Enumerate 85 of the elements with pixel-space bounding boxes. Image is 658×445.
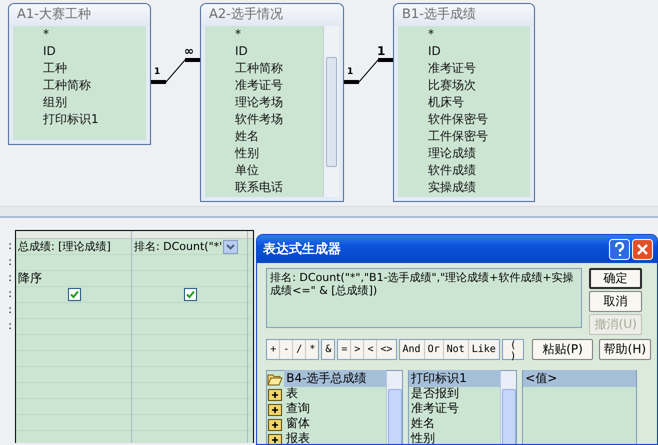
table-window[interactable]: A2-选手情况 * ID 工种简称 准考证号 理论考场 软件考场 姓名 性别 单位 联系电话 — [200, 3, 344, 202]
dialog-title: 表达式生成器 — [263, 241, 342, 258]
folder-plus-icon — [267, 386, 284, 400]
operator-button[interactable]: And — [400, 340, 425, 359]
field-item[interactable]: 工种简称 — [235, 60, 323, 77]
field-item[interactable]: 准考证号 — [235, 77, 323, 94]
field-item[interactable]: ID — [428, 43, 530, 60]
folder-plus-icon — [267, 416, 284, 430]
field-item[interactable]: 性别 — [235, 145, 323, 162]
operator-button[interactable]: <> — [377, 340, 396, 359]
help-button[interactable]: 帮助(H) — [598, 339, 651, 360]
operator-button[interactable]: > — [351, 340, 364, 359]
cardinality-label: 1 — [377, 44, 386, 58]
operator-button[interactable]: / — [293, 340, 306, 359]
operator-button[interactable]: = — [338, 340, 352, 359]
operator-button[interactable]: < — [364, 340, 378, 359]
field-item[interactable]: 单位 — [235, 162, 323, 179]
dialog-button[interactable]: 确定 — [589, 268, 642, 289]
field-item[interactable]: 工种 — [43, 60, 146, 77]
list-item[interactable]: 准考证号 — [409, 400, 462, 417]
cardinality-label: ∞ — [184, 44, 194, 58]
scrollbar[interactable] — [386, 371, 402, 444]
field-item[interactable]: 姓名 — [235, 128, 323, 145]
checked-checkbox[interactable] — [184, 288, 197, 301]
list-item[interactable]: 性别 — [409, 430, 438, 444]
sort-cell[interactable]: 降序 — [18, 270, 42, 287]
operator-button[interactable]: Or — [424, 340, 444, 359]
expression-field[interactable]: 排名: DCount("*","B1-选手成绩","理论成绩+软件成绩+实操成绩<=" & [总成绩]) — [266, 268, 582, 328]
row-label: : — [8, 302, 13, 318]
checked-checkbox[interactable] — [68, 288, 81, 301]
field-item[interactable]: 机床号 — [428, 94, 530, 111]
close-icon[interactable] — [632, 238, 653, 260]
field-item[interactable]: 软件考场 — [235, 111, 323, 128]
field-item[interactable]: 理论成绩 — [428, 145, 530, 162]
cardinality-label: 1 — [154, 67, 160, 77]
dialog-button[interactable]: 取消 — [589, 291, 642, 312]
list-item[interactable]: 报表 — [284, 430, 312, 444]
scrollbar[interactable] — [323, 26, 339, 197]
row-label: : — [8, 254, 13, 270]
field-item[interactable]: ID — [43, 43, 146, 60]
field-item[interactable]: 理论考场 — [235, 94, 323, 111]
operator-button[interactable]: - — [280, 340, 294, 359]
cardinality-label: 1 — [347, 67, 354, 77]
list-item[interactable]: 是否报到 — [409, 385, 462, 402]
field-item[interactable]: 打印标识1 — [43, 111, 146, 128]
list-item[interactable]: 窗体 — [284, 415, 312, 432]
field-item[interactable]: 实操成绩 — [428, 179, 530, 196]
list-item[interactable]: 姓名 — [409, 415, 438, 432]
operator-button[interactable]: + — [267, 340, 280, 359]
list-item[interactable]: 表 — [284, 385, 300, 402]
field-item[interactable]: * — [428, 26, 530, 43]
paste-button[interactable]: 粘贴(P) — [532, 339, 593, 360]
field-item[interactable]: 工件保密号 — [428, 128, 530, 145]
field-item[interactable]: 软件保密号 — [428, 111, 530, 128]
field-item[interactable]: ID — [235, 43, 323, 60]
field-item[interactable]: * — [43, 26, 146, 43]
field-item[interactable]: 准考证号 — [428, 60, 530, 77]
row-label: : — [8, 318, 13, 334]
list-item[interactable]: B4-选手总成绩 — [284, 370, 386, 387]
table-window[interactable]: A1-大赛工种 * ID 工种 工种简称 组别 打印标识1 — [8, 3, 151, 145]
help-icon[interactable] — [609, 238, 630, 260]
operator-button[interactable]: * — [306, 340, 318, 359]
row-label: : — [8, 238, 13, 254]
list-item[interactable]: 查询 — [284, 400, 312, 417]
field-cell[interactable]: 排名: DCount("*' — [134, 239, 246, 254]
operator-button[interactable]: Like — [468, 340, 499, 359]
field-item[interactable]: 工种简称 — [43, 77, 146, 94]
field-item[interactable]: 比赛场次 — [428, 77, 530, 94]
row-label: : — [8, 270, 13, 286]
operator-button[interactable]: ( ) — [502, 340, 524, 359]
row-label: : — [8, 286, 13, 302]
operator-button[interactable]: & — [322, 340, 334, 359]
list-item[interactable]: 打印标识1 — [409, 370, 500, 387]
field-item[interactable]: * — [235, 26, 323, 43]
list-item[interactable]: <值> — [523, 370, 636, 387]
folder-plus-icon — [267, 402, 284, 416]
field-cell[interactable]: 总成绩: [理论成绩] — [18, 239, 130, 254]
scrollbar[interactable] — [500, 371, 516, 444]
open-folder-icon — [267, 372, 284, 386]
field-item[interactable]: 软件成绩 — [428, 162, 530, 179]
operator-button[interactable]: Not — [444, 340, 469, 359]
field-item[interactable]: 联系电话 — [235, 179, 323, 196]
table-window[interactable]: B1-选手成绩 * ID 准考证号 比赛场次 机床号 软件保密号 工件保密号 理论成绩 软件成绩 实操成绩 — [393, 3, 535, 202]
field-item[interactable]: 组别 — [43, 94, 146, 111]
folder-plus-icon — [267, 432, 284, 444]
